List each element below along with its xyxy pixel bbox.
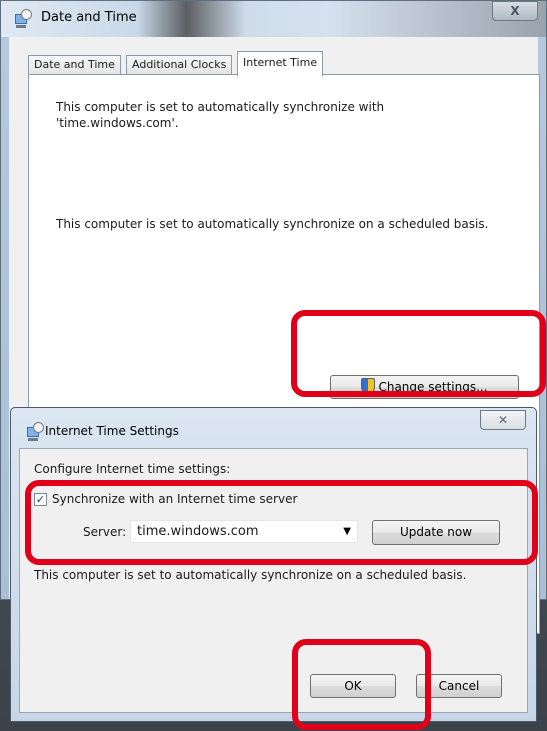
internet-time-app-icon	[25, 422, 45, 442]
schedule-text: This computer is set to automatically sy…	[56, 217, 489, 231]
tab-internet-time[interactable]: Internet Time	[237, 51, 324, 76]
tab-additional-clocks[interactable]: Additional Clocks	[126, 55, 233, 75]
close-button[interactable]: X	[492, 1, 538, 21]
internet-time-settings-dialog: Internet Time Settings ✕ Configure Inter…	[10, 407, 537, 722]
ok-button[interactable]: OK	[310, 674, 396, 698]
configure-label: Configure Internet time settings:	[34, 462, 231, 476]
server-label: Server:	[83, 525, 127, 539]
title-bar[interactable]: Date and Time X	[1, 1, 546, 37]
sync-server-text: This computer is set to automatically sy…	[56, 100, 385, 130]
cancel-button[interactable]: Cancel	[416, 674, 502, 698]
tab-date-and-time[interactable]: Date and Time	[28, 55, 121, 75]
dialog-client-area: Configure Internet time settings: ✓ Sync…	[19, 448, 528, 713]
date-time-app-icon	[13, 9, 33, 29]
server-dropdown[interactable]: time.windows.com ▼	[130, 520, 358, 543]
dialog-close-button[interactable]: ✕	[480, 410, 526, 430]
uac-shield-icon	[361, 378, 376, 394]
server-value: time.windows.com	[137, 524, 259, 539]
sync-checkbox[interactable]: ✓	[34, 493, 47, 506]
change-settings-button[interactable]: Change settings...	[330, 375, 519, 399]
sync-checkbox-label[interactable]: Synchronize with an Internet time server	[52, 492, 297, 506]
change-settings-label: Change settings...	[378, 380, 488, 394]
dropdown-arrow-icon[interactable]: ▼	[343, 521, 351, 542]
window-title: Date and Time	[41, 10, 137, 25]
dialog-title: Internet Time Settings	[45, 424, 179, 438]
status-text: This computer is set to automatically sy…	[34, 568, 467, 582]
update-now-button[interactable]: Update now	[372, 520, 500, 545]
